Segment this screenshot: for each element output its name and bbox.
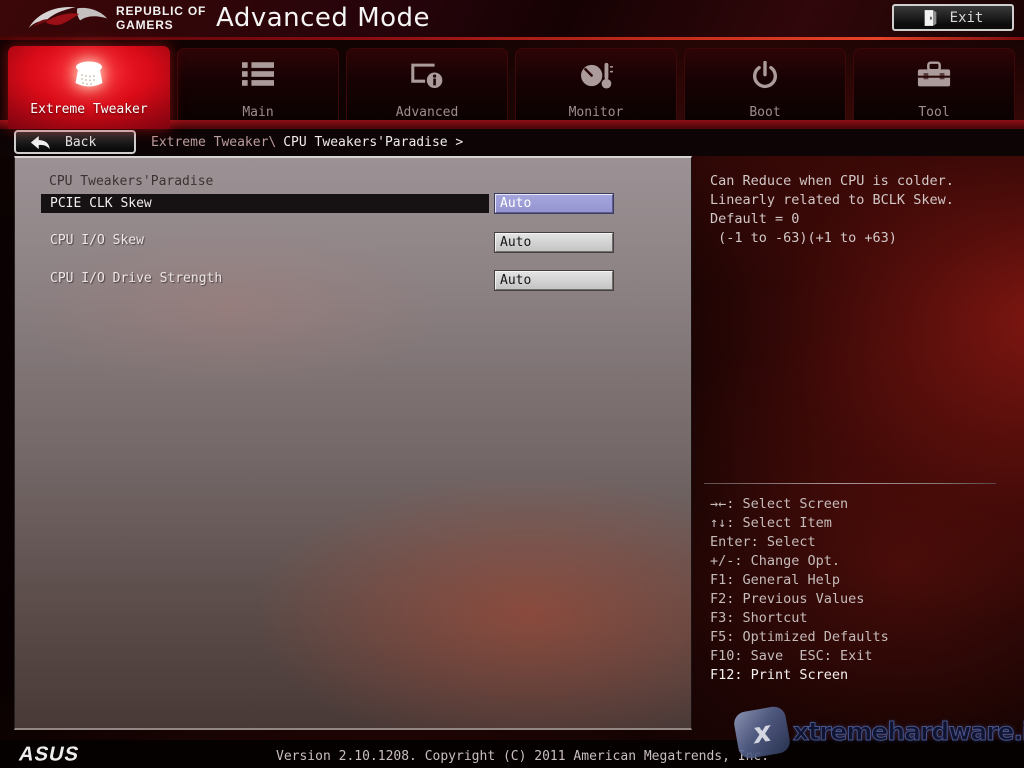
setting-value-cpu-io-drive-strength[interactable]: Auto bbox=[495, 271, 613, 290]
legend-line: F1: General Help bbox=[710, 571, 1016, 590]
setting-value-pcie-clk-skew[interactable]: Auto bbox=[495, 194, 613, 213]
page-title: Advanced Mode bbox=[216, 3, 430, 33]
sidebar-divider-bottom bbox=[704, 483, 996, 484]
breadcrumb-parent: Extreme Tweaker\ bbox=[151, 135, 276, 150]
advanced-info-icon bbox=[347, 61, 507, 90]
legend-line: F3: Shortcut bbox=[710, 609, 1016, 628]
legend-line: F2: Previous Values bbox=[710, 590, 1016, 609]
setting-row-pcie-clk-skew[interactable]: PCIE CLK Skew bbox=[41, 194, 489, 213]
setting-row-cpu-io-skew[interactable]: CPU I/O Skew bbox=[50, 233, 144, 248]
legend-line: →←: Select Screen bbox=[710, 495, 1016, 514]
tweaker-lamp-icon bbox=[8, 58, 170, 92]
legend-line: F5: Optimized Defaults bbox=[710, 628, 1016, 647]
exit-door-icon bbox=[923, 9, 938, 27]
exit-button-label: Exit bbox=[950, 10, 984, 26]
tab-monitor[interactable]: Monitor bbox=[515, 48, 677, 120]
exit-button[interactable]: Exit bbox=[892, 4, 1014, 31]
list-icon bbox=[178, 61, 338, 87]
tab-label: Monitor bbox=[516, 105, 676, 120]
breadcrumb: Extreme Tweaker\ CPU Tweakers'Paradise > bbox=[151, 135, 463, 150]
back-arrow-icon bbox=[30, 135, 51, 150]
tab-extreme-tweaker[interactable]: Extreme Tweaker bbox=[8, 46, 170, 129]
breadcrumb-row: Back Extreme Tweaker\ CPU Tweakers'Paradi… bbox=[0, 129, 1024, 156]
header-bar: REPUBLIC OF GAMERS Advanced Mode Exit bbox=[0, 0, 1024, 37]
rog-eye-icon bbox=[26, 2, 110, 39]
breadcrumb-current: CPU Tweakers'Paradise > bbox=[283, 135, 463, 150]
bios-advanced-mode-screen: REPUBLIC OF GAMERS Advanced Mode Exit bbox=[0, 0, 1024, 768]
help-line: (-1 to -63)(+1 to +63) bbox=[710, 229, 1016, 248]
help-line: Can Reduce when CPU is colder. bbox=[710, 172, 1016, 191]
setting-row-cpu-io-drive-strength[interactable]: CPU I/O Drive Strength bbox=[50, 271, 222, 286]
tab-boot[interactable]: Boot bbox=[684, 48, 846, 120]
header-accent-line bbox=[0, 37, 1024, 40]
legend-line: +/-: Change Opt. bbox=[710, 552, 1016, 571]
brand-line1: REPUBLIC OF bbox=[116, 4, 206, 18]
asus-logo-text: ASUS bbox=[17, 744, 81, 765]
back-button[interactable]: Back bbox=[14, 130, 136, 154]
toolbox-icon bbox=[854, 61, 1014, 89]
brand-line2: GAMERS bbox=[116, 18, 206, 32]
power-icon bbox=[685, 61, 845, 93]
tab-label: Extreme Tweaker bbox=[8, 102, 170, 117]
footer-bar: ASUS Version 2.10.1208. Copyright (C) 20… bbox=[0, 740, 1024, 768]
key-legend: →←: Select Screen ↑↓: Select Item Enter:… bbox=[710, 495, 1016, 685]
asus-logo: ASUS bbox=[12, 743, 114, 768]
legend-line: ↑↓: Select Item bbox=[710, 514, 1016, 533]
tab-label: Boot bbox=[685, 105, 845, 120]
legend-line: F12: Print Screen bbox=[710, 666, 1016, 685]
help-line: Linearly related to BCLK Skew. bbox=[710, 191, 1016, 210]
tab-label: Advanced bbox=[347, 105, 507, 120]
setting-value-cpu-io-skew[interactable]: Auto bbox=[495, 233, 613, 252]
tab-tool[interactable]: Tool bbox=[853, 48, 1015, 120]
help-line: Default = 0 bbox=[710, 210, 1016, 229]
legend-line: F10: Save ESC: Exit bbox=[710, 647, 1016, 666]
back-button-label: Back bbox=[65, 135, 96, 150]
version-text: Version 2.10.1208. Copyright (C) 2011 Am… bbox=[276, 749, 769, 764]
settings-panel: CPU Tweakers'Paradise PCIE CLK Skew Auto… bbox=[14, 156, 692, 730]
brand-text: REPUBLIC OF GAMERS bbox=[116, 4, 206, 32]
tab-advanced[interactable]: Advanced bbox=[346, 48, 508, 120]
tab-label: Tool bbox=[854, 105, 1014, 120]
help-panel: Can Reduce when CPU is colder. Linearly … bbox=[710, 172, 1016, 248]
settings-heading: CPU Tweakers'Paradise bbox=[49, 174, 213, 189]
tab-label: Main bbox=[178, 105, 338, 120]
legend-line: Enter: Select bbox=[710, 533, 1016, 552]
tab-main[interactable]: Main bbox=[177, 48, 339, 120]
monitor-thermometer-icon bbox=[516, 61, 676, 90]
